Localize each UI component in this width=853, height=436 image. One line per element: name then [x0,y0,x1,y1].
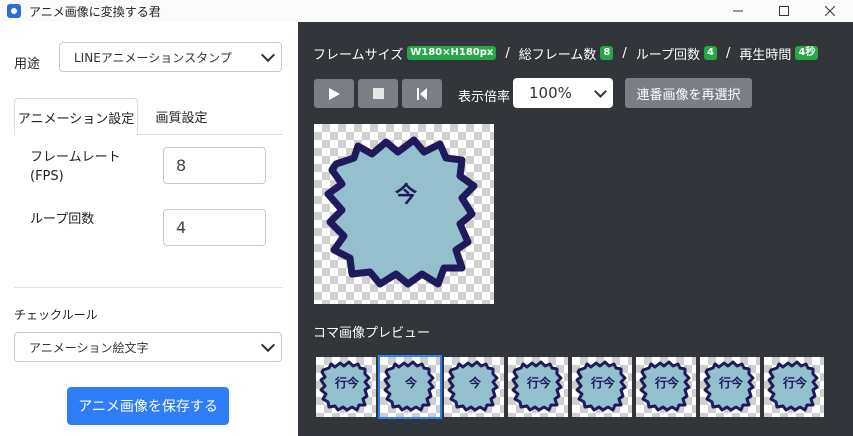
stop-button[interactable] [358,79,398,108]
divider [14,287,283,288]
frame-image: 行今 [639,360,691,412]
frame-thumbnail[interactable]: 行今 [508,357,568,417]
bubble-glyph: 今 [395,182,417,208]
usage-select[interactable]: LINEアニメーションスタンプ [59,42,282,72]
play-time-badge: 4秒 [795,46,819,60]
play-time-label: 再生時間 [739,47,792,63]
animation-info-bar: フレームサイズ W180×H180px / 総フレーム数 8 / ループ回数 4… [313,45,819,63]
frame-image: 行今 [767,360,819,412]
app-icon [7,4,21,18]
save-animation-button[interactable]: アニメ画像を保存する [67,387,229,425]
loop-count-badge: 4 [703,46,717,60]
close-icon [825,6,835,16]
frame-text: 今 [404,375,418,390]
maximize-icon [779,6,789,16]
chevron-down-icon [260,337,276,353]
frame-rate-label-line1: フレームレート [30,150,121,165]
check-rule-select-value: アニメーション絵文字 [29,340,149,355]
usage-label: 用途 [14,57,41,72]
frame-text: 行今 [654,375,680,390]
frame-size-label: フレームサイズ [313,47,404,63]
loop-count-info-label: ループ回数 [635,47,700,63]
frame-thumbnail[interactable]: 行今 [572,357,632,417]
minimize-button[interactable] [715,0,761,22]
frame-thumbnail[interactable]: 行今 [700,357,760,417]
skip-to-start-icon [417,87,427,100]
frame-thumbnail[interactable]: 今 [444,357,504,417]
tab-animation-settings[interactable]: アニメーション設定 [14,98,138,136]
frame-rate-label: フレームレート (FPS) [30,148,121,186]
frame-size-badge: W180×H180px [407,46,497,60]
zoom-select-value: 100% [529,84,572,102]
window-title: アニメ画像に変換する君 [29,4,161,19]
settings-panel: 用途 LINEアニメーションスタンプ アニメーション設定 画質設定 フレームレー… [0,22,298,436]
animation-preview: 今 [314,124,494,304]
frame-text: 行今 [782,375,808,390]
maximize-button[interactable] [761,0,807,22]
frame-image: 行今 [319,360,371,412]
usage-select-value: LINEアニメーションスタンプ [74,50,232,65]
chevron-down-icon [260,47,276,63]
frame-image: 今 [383,360,435,412]
loop-count-label: ループ回数 [30,212,95,227]
chevron-down-icon [594,85,607,98]
preview-panel: フレームサイズ W180×H180px / 総フレーム数 8 / ループ回数 4… [298,22,853,436]
info-separator: / [505,45,510,61]
stop-icon [372,88,384,99]
title-bar: アニメ画像に変換する君 [0,0,853,22]
loop-count-input[interactable]: 4 [163,209,266,246]
zoom-label: 表示倍率 [458,90,511,105]
settings-tabs: アニメーション設定 画質設定 [14,98,283,136]
frame-text: 行今 [334,375,360,390]
frame-thumbnail[interactable]: 今 [378,355,442,419]
frame-rate-label-line2: (FPS) [30,169,64,184]
frame-text: 今 [468,375,482,390]
frame-text: 行今 [718,375,744,390]
play-icon [329,87,340,100]
frame-thumbnail[interactable]: 行今 [316,357,376,417]
frame-image: 行今 [703,360,755,412]
play-button[interactable] [314,79,354,108]
frame-text: 行今 [590,375,616,390]
frame-thumbnail[interactable]: 行今 [764,357,824,417]
total-frames-label: 総フレーム数 [518,47,597,63]
minimize-icon [733,10,743,12]
info-separator: / [725,45,731,61]
frame-thumbnail[interactable]: 行今 [636,357,696,417]
frames-title: コマ画像プレビュー [313,326,431,341]
zoom-select[interactable]: 100% [513,78,613,108]
info-separator: / [622,45,627,61]
frame-image: 行今 [511,360,563,412]
check-rule-select[interactable]: アニメーション絵文字 [14,332,282,362]
frame-image: 行今 [575,360,627,412]
frame-image: 今 [447,360,499,412]
close-button[interactable] [807,0,853,22]
window-controls [715,0,853,22]
frame-text: 行今 [526,375,552,390]
tab-quality-settings[interactable]: 画質設定 [144,98,219,135]
speech-bubble-image: 今 [324,136,478,288]
frame-rate-input[interactable]: 8 [163,147,266,184]
check-rule-label: チェックルール [14,308,98,322]
total-frames-badge: 8 [600,46,614,60]
rewind-button[interactable] [402,79,442,108]
reselect-images-button[interactable]: 連番画像を再選択 [625,78,752,108]
